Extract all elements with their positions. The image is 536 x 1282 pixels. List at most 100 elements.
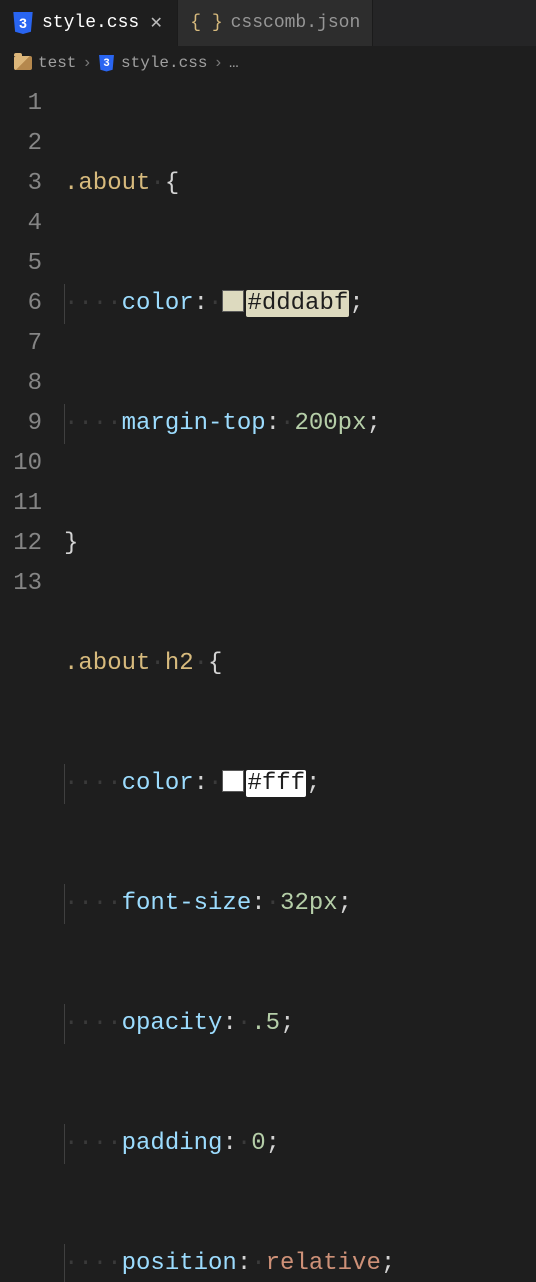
line-number: 7 [0,324,42,364]
code-line: ····color:· #fff; [64,764,536,804]
colon: : [194,290,208,317]
whitespace-dot: · [150,650,164,677]
whitespace-dot: ···· [64,1250,122,1277]
tab-style-css[interactable]: 3 style.css ✕ [0,0,178,46]
whitespace-dot: · [194,650,208,677]
whitespace-dot: · [237,1010,251,1037]
whitespace-dot: · [237,1130,251,1157]
breadcrumb-item-file[interactable]: 3 style.css [98,54,207,72]
whitespace-dot: ···· [64,290,122,317]
semicolon: ; [349,290,363,317]
breadcrumb[interactable]: test › 3 style.css › … [0,46,536,80]
property: opacity [122,1010,223,1037]
line-number: 11 [0,484,42,524]
code-line: ····color:· #dddabf; [64,284,536,324]
chevron-right-icon: › [82,54,92,72]
colon: : [194,770,208,797]
indent-guide [64,1004,65,1044]
property: color [122,770,194,797]
semicolon: ; [306,770,320,797]
tab-label: style.css [42,13,139,33]
whitespace-dot: ···· [64,410,122,437]
semicolon: ; [266,1130,280,1157]
semicolon: ; [366,410,380,437]
close-icon[interactable]: ✕ [147,14,165,32]
line-number: 4 [0,204,42,244]
indent-guide [64,884,65,924]
value: 0 [251,1130,265,1157]
indent-guide [64,284,65,324]
line-number-gutter: 1 2 3 4 5 6 7 8 9 10 11 12 13 [0,84,64,1282]
semicolon: ; [381,1250,395,1277]
selector: .about [64,650,150,677]
code-area[interactable]: .about·{ ····color:·#dddabf; ····margin-… [64,84,536,1282]
brace: { [208,650,222,677]
property: font-size [122,890,252,917]
code-line: ····padding:·0; [64,1124,536,1164]
folder-icon [14,56,32,70]
breadcrumb-label: style.css [121,54,207,72]
code-line: ····opacity:·.5; [64,1004,536,1044]
brace: } [64,530,78,557]
code-line: .about·h2·{ [64,644,536,684]
tab-bar: 3 style.css ✕ { } csscomb.json [0,0,536,46]
whitespace-dot: · [266,890,280,917]
code-line: ····margin-top:·200px; [64,404,536,444]
colon: : [222,1010,236,1037]
semicolon: ; [338,890,352,917]
property: padding [122,1130,223,1157]
css3-icon: 3 [12,12,34,34]
line-number: 1 [0,84,42,124]
whitespace-dot: ···· [64,890,122,917]
line-number: 12 [0,524,42,564]
value: 32px [280,890,338,917]
whitespace-dot: ···· [64,1010,122,1037]
whitespace-dot: ···· [64,1130,122,1157]
line-number: 13 [0,564,42,604]
whitespace-dot: ···· [64,770,122,797]
code-line: .about·{ [64,164,536,204]
whitespace-dot: · [208,290,222,317]
line-number: 6 [0,284,42,324]
line-number: 10 [0,444,42,484]
hex-value: #fff [246,770,306,797]
indent-guide [64,1244,65,1282]
code-editor[interactable]: 1 2 3 4 5 6 7 8 9 10 11 12 13 .about·{ ·… [0,80,536,1282]
selector: .about [64,170,150,197]
breadcrumb-label: test [38,54,76,72]
line-number: 2 [0,124,42,164]
chevron-right-icon: › [213,54,223,72]
whitespace-dot: · [208,770,222,797]
brace: { [165,170,179,197]
breadcrumb-ellipsis[interactable]: … [229,54,239,72]
tab-label: csscomb.json [231,13,361,33]
line-number: 5 [0,244,42,284]
hex-value: #dddabf [246,290,349,317]
property: color [122,290,194,317]
color-swatch[interactable] [222,290,244,312]
colon: : [251,890,265,917]
line-number: 8 [0,364,42,404]
semicolon: ; [280,1010,294,1037]
value: .5 [251,1010,280,1037]
whitespace-dot: · [280,410,294,437]
code-line: ····font-size:·32px; [64,884,536,924]
indent-guide [64,404,65,444]
property: margin-top [122,410,266,437]
tab-csscomb-json[interactable]: { } csscomb.json [178,0,373,46]
colon: : [237,1250,251,1277]
colon: : [266,410,280,437]
value: relative [266,1250,381,1277]
line-number: 9 [0,404,42,444]
whitespace-dot: · [251,1250,265,1277]
color-swatch[interactable] [222,770,244,792]
value: 200px [294,410,366,437]
line-number: 3 [0,164,42,204]
property: position [122,1250,237,1277]
whitespace-dot: · [150,170,164,197]
indent-guide [64,1124,65,1164]
breadcrumb-item-folder[interactable]: test [14,54,76,72]
selector-tag: h2 [165,650,194,677]
colon: : [222,1130,236,1157]
css3-icon: 3 [98,55,115,72]
